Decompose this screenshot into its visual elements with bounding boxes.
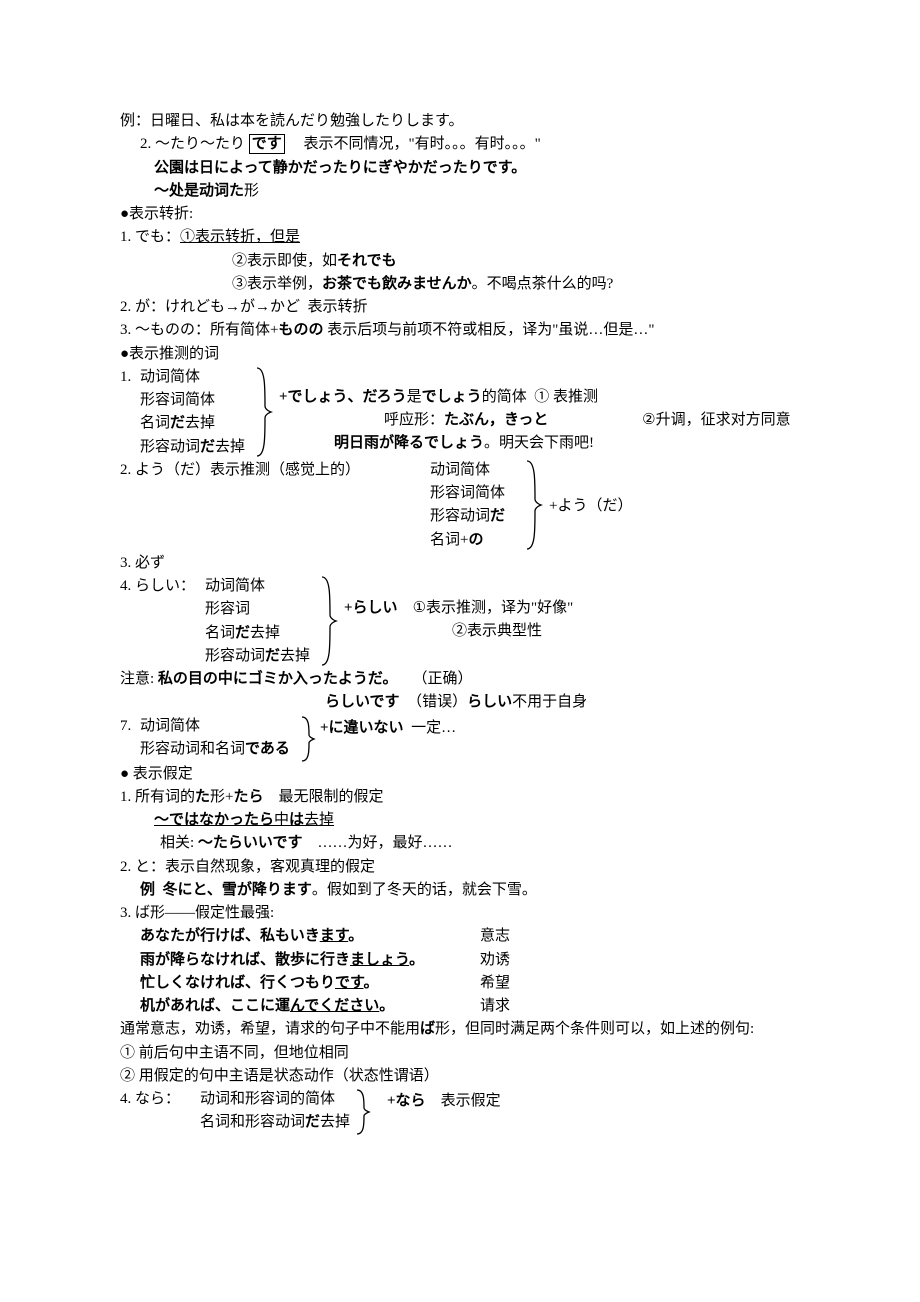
right-brace-icon <box>355 1088 371 1136</box>
grammar-block-deshou: 1. 动词简体 形容词简体 名词だ去掉 形容动词だ去掉 +でしょう、だろう是でし… <box>120 366 800 459</box>
line: ②表示即使，如それでも <box>120 250 800 273</box>
section-heading: ● 表示假定 <box>120 763 800 786</box>
line: 2. と：表示自然现象，客观真理的假定 <box>120 856 800 879</box>
line: 2. が：けれども→が→かど 表示转折 <box>120 296 800 319</box>
right-brace-icon <box>525 459 543 551</box>
line: 注意: 私の目の中にゴミか入ったようだ。 （正确） <box>120 668 800 691</box>
line: ② 用假定的句中主语是状态动作（状态性谓语） <box>120 1065 800 1088</box>
line: 相关: ～たらいいです ……为好，最好…… <box>120 832 800 855</box>
grammar-block-youda: 2. よう（だ）表示推测（感觉上的） 动词简体 形容词简体 形容动词だ 名词+の… <box>120 459 800 552</box>
line: ① 前后句中主语不同，但地位相同 <box>120 1042 800 1065</box>
right-brace-icon <box>255 366 273 458</box>
line: らしいです （错误）らしい不用于自身 <box>120 691 800 714</box>
grammar-block-chigainai: 7. 动词简体 形容动词和名词である +に違いない 一定… <box>120 715 800 763</box>
line: 3. ～ものの：所有简体+ものの 表示后项与前项不符或相反，译为"虽说…但是…" <box>120 319 800 342</box>
grammar-block-nara: 4. なら： 动词和形容词的简体 名词和形容动词だ去掉 +なら 表示假定 <box>120 1088 800 1136</box>
line: 3. 必ず <box>120 552 800 575</box>
line: 例 冬にと、雪が降ります。假如到了冬天的话，就会下雪。 <box>120 879 800 902</box>
line: 2. ～たり～たり です 表示不同情况，"有时。。。有时。。。" <box>120 133 800 156</box>
line: ③表示举例，お茶でも飲みませんか。不喝点茶什么的吗? <box>120 273 800 296</box>
line: 1. 所有词的た形+たら 最无限制的假定 <box>120 786 800 809</box>
line: ～处是动词た形 <box>120 180 800 203</box>
example-line: 例：日曜日、私は本を読んだり勉強したりします。 <box>120 110 800 133</box>
line: 3. ば形――假定性最强: <box>120 902 800 925</box>
grammar-block-rashii: 4. らしい： 动词简体 形容词 名词だ去掉 形容动词だ去掉 +らしい ①表示推… <box>120 575 800 668</box>
boxed-text: です <box>249 134 285 154</box>
ba-examples: あなたが行けば、私もいきます。意志 雨が降らなければ、散歩に行きましょう。劝诱 … <box>120 925 800 1018</box>
section-heading: ●表示推测的词 <box>120 343 800 366</box>
document-page: 例：日曜日、私は本を読んだり勉強したりします。 2. ～たり～たり です 表示不… <box>0 0 920 1302</box>
line: 1. でも：①表示转折，但是 <box>120 226 800 249</box>
line: ～ではなかったら中は去掉 <box>120 809 800 832</box>
line: 通常意志，劝诱，希望，请求的句子中不能用ば形，但同时满足两个条件则可以，如上述的… <box>120 1018 800 1041</box>
example-sentence: 公園は日によって静かだったりにぎやかだったりです。 <box>120 157 800 180</box>
right-brace-icon <box>300 715 316 763</box>
right-brace-icon <box>320 575 338 667</box>
section-heading: ●表示转折: <box>120 203 800 226</box>
